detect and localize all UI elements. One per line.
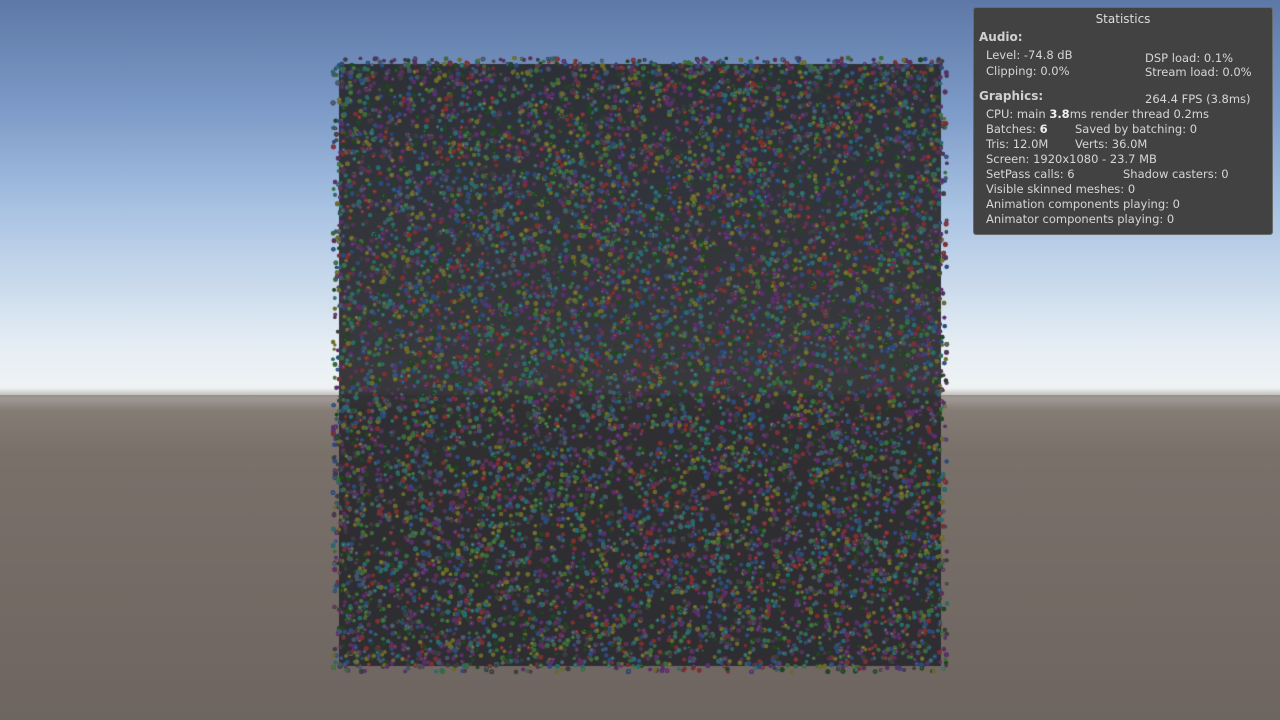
graphics-screen: Screen: 1920x1080 - 23.7 MB: [986, 152, 1157, 166]
audio-header: Audio:: [979, 30, 1023, 44]
graphics-header: Graphics:: [979, 89, 1044, 103]
audio-dsp-load: DSP load: 0.1%: [1145, 51, 1234, 65]
statistics-panel: Statistics Audio: Level: -74.8 dB Clippi…: [973, 7, 1273, 235]
audio-level: Level: -74.8 dB: [986, 48, 1073, 62]
graphics-saved-by-batching: Saved by batching: 0: [1075, 122, 1198, 136]
cpu-prefix: CPU: main: [986, 107, 1050, 121]
graphics-batches: Batches: 6: [986, 122, 1048, 136]
cpu-main-value: 3.8: [1049, 107, 1070, 121]
batches-value: 6: [1039, 122, 1048, 136]
graphics-tris: Tris: 12.0M: [986, 137, 1049, 151]
audio-stream-load: Stream load: 0.0%: [1145, 65, 1252, 79]
graphics-animator-components: Animator components playing: 0: [986, 212, 1175, 226]
batches-prefix: Batches:: [986, 122, 1040, 136]
particle-cube: [325, 50, 955, 680]
graphics-cpu: CPU: main 3.8ms render thread 0.2ms: [986, 107, 1209, 121]
graphics-visible-skinned: Visible skinned meshes: 0: [986, 182, 1136, 196]
graphics-verts: Verts: 36.0M: [1075, 137, 1148, 151]
statistics-title: Statistics: [1095, 12, 1151, 26]
graphics-animation-components: Animation components playing: 0: [986, 197, 1180, 211]
graphics-setpass: SetPass calls: 6: [986, 167, 1075, 181]
cpu-suffix: ms render thread 0.2ms: [1069, 107, 1209, 121]
graphics-shadow-casters: Shadow casters: 0: [1123, 167, 1229, 181]
graphics-fps: 264.4 FPS (3.8ms): [1145, 92, 1251, 106]
audio-clipping: Clipping: 0.0%: [986, 64, 1070, 78]
